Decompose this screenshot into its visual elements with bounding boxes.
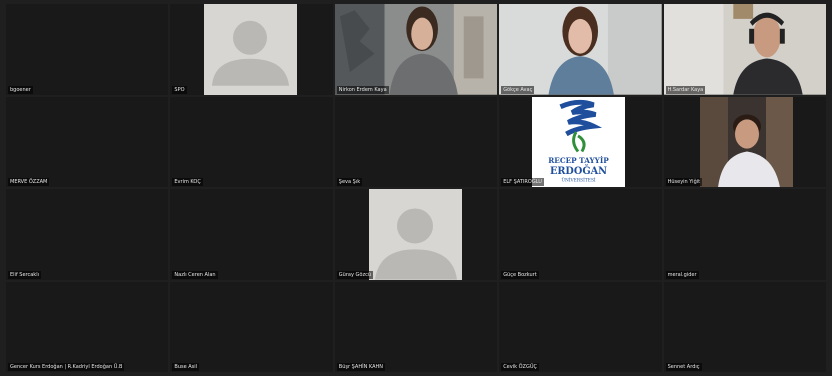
logo-line3: ÜNİVERSİTESİ	[562, 177, 597, 183]
avatar	[368, 189, 462, 280]
participant-tile[interactable]: SPO	[170, 4, 333, 95]
participant-tile[interactable]: H.Sardar Kaya	[663, 4, 826, 95]
participant-name: Evrim KOÇ	[172, 178, 203, 186]
logo-line2: ERDOĞAN	[550, 164, 607, 176]
participant-tile[interactable]: Hüseyin Yiğit	[663, 96, 826, 187]
participant-name: Gencer Kurs Erdoğan | R.Kadriyl Erdoğan …	[8, 363, 125, 371]
participant-name: MERVE ÖZZAM	[8, 178, 50, 186]
participant-tile[interactable]: Sennet Ardıç	[663, 281, 826, 372]
participant-name: Güçe Bozkurt	[501, 270, 539, 279]
participant-tile[interactable]: Güçe Bozkurt	[499, 189, 662, 280]
participant-tile[interactable]: Nirkon Erdem Kaya	[334, 4, 498, 95]
participant-video	[663, 4, 826, 95]
person-placeholder-icon	[396, 208, 433, 244]
participant-tile[interactable]: Nazlı Ceren Alan	[170, 189, 333, 280]
participant-name: Sennet Ardıç	[665, 363, 702, 371]
participant-name: Cevik ÖZGÜÇ	[501, 363, 539, 371]
participant-tile[interactable]: Buse Asil	[170, 281, 333, 372]
participant-name: SPO	[172, 85, 187, 94]
participant-tile[interactable]: bgoener	[6, 4, 169, 95]
participant-name: Nazlı Ceren Alan	[172, 270, 218, 279]
participant-name: Gökçe Avaç	[501, 85, 535, 94]
participant-name: bgoener	[8, 85, 33, 94]
participant-video	[499, 4, 662, 95]
logo-line1: RECEP TAYYİP	[548, 156, 609, 165]
participant-tile[interactable]: MERVE ÖZZAM	[6, 96, 169, 187]
participant-video	[699, 96, 793, 187]
participant-name: Buse Asil	[172, 363, 200, 371]
participant-name: meral.gider	[665, 270, 699, 279]
participant-tile[interactable]: Evrim KOÇ	[170, 96, 333, 187]
participant-tile[interactable]: meral.gider	[663, 189, 826, 280]
participant-tile[interactable]: Cevik ÖZGÜÇ	[499, 281, 662, 372]
participant-video	[334, 4, 498, 95]
participant-tile[interactable]: RECEP TAYYİP ERDOĞAN ÜNİVERSİTESİ ELF ŞA…	[499, 96, 662, 187]
participant-tile[interactable]: Gencer Kurs Erdoğan | R.Kadriyl Erdoğan …	[6, 281, 169, 372]
avatar	[204, 4, 298, 95]
university-logo: RECEP TAYYİP ERDOĞAN ÜNİVERSİTESİ	[532, 96, 626, 187]
participant-name: Şeva Şık	[336, 178, 363, 186]
participant-name: Nirkon Erdem Kaya	[336, 85, 389, 94]
participant-tile[interactable]: Büşr ŞAHİN KAHN	[334, 281, 498, 372]
participant-name: Büşr ŞAHİN KAHN	[336, 363, 386, 371]
participant-tile[interactable]: Şeva Şık	[334, 96, 498, 187]
participant-name: Elif Sercaklı	[8, 270, 41, 279]
video-gallery: bgoener SPO Nirkon Erdem Kaya Gökçe Avaç…	[0, 0, 832, 376]
participant-tile[interactable]: Gökçe Avaç	[499, 4, 662, 95]
participant-name: H.Sardar Kaya	[665, 85, 706, 94]
participant-name: ELF ŞATIROĞLU	[501, 178, 544, 186]
participant-tile[interactable]: Elif Sercaklı	[6, 189, 169, 280]
participant-tile[interactable]: Güray Gözcü	[334, 189, 498, 280]
participant-name: Hüseyin Yiğit	[665, 178, 703, 186]
person-placeholder-icon	[212, 20, 290, 86]
participant-name: Güray Gözcü	[336, 270, 373, 279]
